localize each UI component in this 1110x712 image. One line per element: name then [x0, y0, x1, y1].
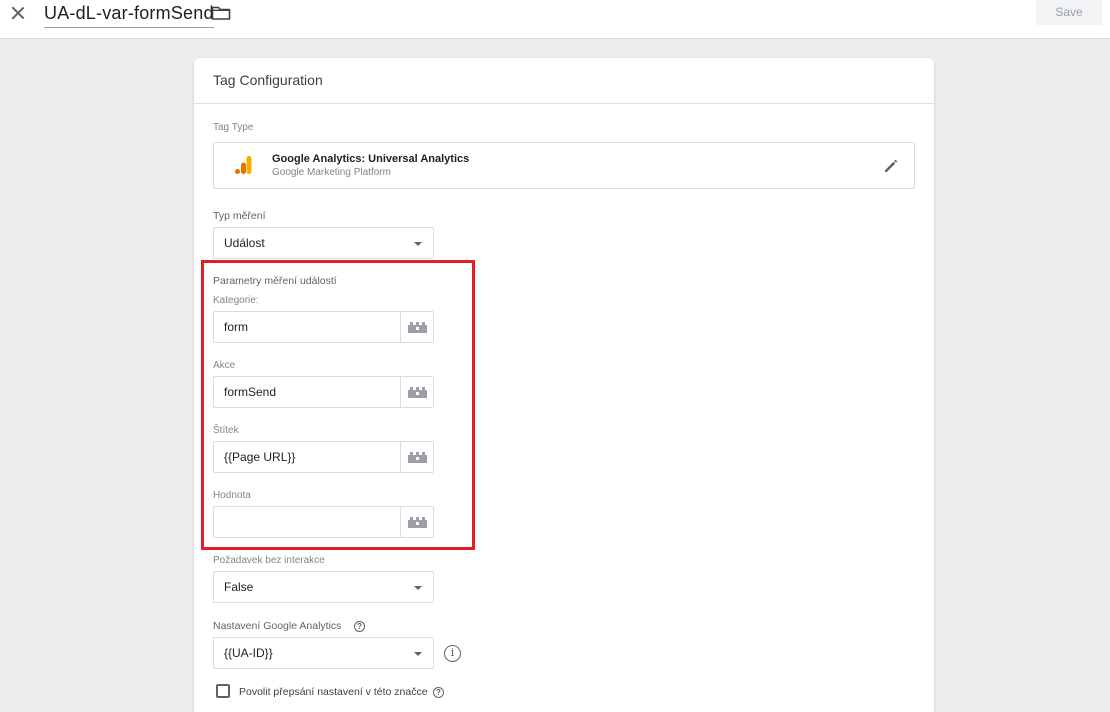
- track-type-label: Typ měření: [213, 210, 266, 222]
- value-field: [213, 506, 434, 538]
- save-button[interactable]: Save: [1036, 0, 1102, 25]
- ga-settings-select[interactable]: {{UA-ID}}: [213, 637, 434, 669]
- tag-type-provider: Google Marketing Platform: [272, 167, 391, 178]
- value-input[interactable]: [213, 506, 400, 538]
- variable-picker-button[interactable]: [400, 506, 434, 538]
- info-icon[interactable]: i: [444, 645, 461, 662]
- non-interaction-select[interactable]: False: [213, 571, 434, 603]
- category-label: Kategorie:: [213, 295, 259, 306]
- value-label: Hodnota: [213, 490, 251, 501]
- category-input[interactable]: [213, 311, 400, 343]
- override-settings-label: Povolit přepsání nastavení v této značce: [239, 686, 428, 698]
- tag-configuration-card: Tag Configuration Tag Type Google Analyt…: [194, 58, 934, 712]
- help-icon[interactable]: ?: [433, 687, 444, 698]
- variable-picker-button[interactable]: [400, 376, 434, 408]
- edit-pencil-icon[interactable]: [882, 157, 900, 175]
- top-bar: UA-dL-var-formSend Save: [0, 0, 1110, 39]
- tag-name-title[interactable]: UA-dL-var-formSend: [44, 1, 214, 28]
- override-settings-checkbox[interactable]: [216, 684, 230, 698]
- label-input[interactable]: [213, 441, 400, 473]
- tag-type-name: Google Analytics: Universal Analytics: [272, 153, 470, 165]
- ga-settings-value: {{UA-ID}}: [224, 646, 273, 660]
- action-input[interactable]: [213, 376, 400, 408]
- label-label: Štítek: [213, 425, 239, 436]
- dropdown-arrow-icon: [414, 242, 422, 246]
- close-icon[interactable]: [9, 4, 27, 22]
- tag-type-label: Tag Type: [213, 122, 254, 133]
- action-label: Akce: [213, 360, 236, 371]
- variable-block-icon: [408, 387, 427, 398]
- google-analytics-logo-icon: [235, 156, 252, 174]
- variable-block-icon: [408, 322, 427, 333]
- label-field: [213, 441, 434, 473]
- variable-picker-button[interactable]: [400, 311, 434, 343]
- dropdown-arrow-icon: [414, 652, 422, 656]
- folder-icon[interactable]: [211, 5, 231, 21]
- variable-picker-button[interactable]: [400, 441, 434, 473]
- action-field: [213, 376, 434, 408]
- track-type-select[interactable]: Událost: [213, 227, 434, 259]
- ga-settings-label: Nastavení Google Analytics: [213, 620, 342, 632]
- help-icon[interactable]: ?: [354, 621, 365, 632]
- category-field: [213, 311, 434, 343]
- card-title: Tag Configuration: [194, 58, 934, 104]
- non-interaction-label: Požadavek bez interakce: [213, 555, 325, 566]
- variable-block-icon: [408, 517, 427, 528]
- variable-block-icon: [408, 452, 427, 463]
- track-type-value: Událost: [224, 236, 265, 250]
- dropdown-arrow-icon: [414, 586, 422, 590]
- tag-type-selector[interactable]: Google Analytics: Universal Analytics Go…: [213, 142, 915, 189]
- event-params-heading: Parametry měření událostí: [213, 275, 337, 287]
- non-interaction-value: False: [224, 580, 254, 594]
